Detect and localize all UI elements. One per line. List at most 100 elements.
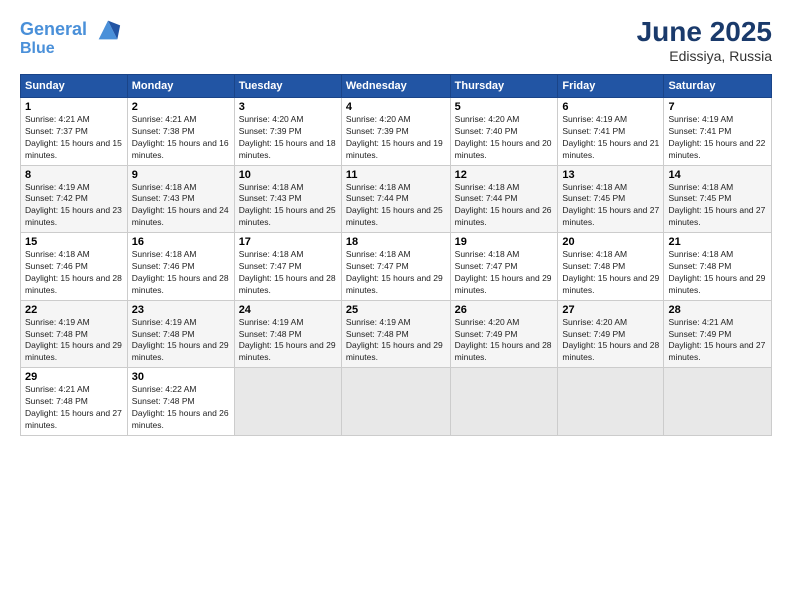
day-info: Sunrise: 4:19 AM Sunset: 7:41 PM Dayligh… xyxy=(562,114,659,162)
calendar-cell: 13 Sunrise: 4:18 AM Sunset: 7:45 PM Dayl… xyxy=(558,165,664,233)
logo: General Blue xyxy=(20,16,122,58)
calendar-cell: 27 Sunrise: 4:20 AM Sunset: 7:49 PM Dayl… xyxy=(558,300,664,368)
day-info: Sunrise: 4:20 AM Sunset: 7:40 PM Dayligh… xyxy=(455,114,554,162)
calendar-cell xyxy=(558,368,664,436)
header-friday: Friday xyxy=(558,75,664,98)
day-info: Sunrise: 4:21 AM Sunset: 7:38 PM Dayligh… xyxy=(132,114,230,162)
day-number: 7 xyxy=(668,101,767,113)
day-info: Sunrise: 4:19 AM Sunset: 7:48 PM Dayligh… xyxy=(25,317,123,365)
day-number: 21 xyxy=(668,236,767,248)
day-number: 20 xyxy=(562,236,659,248)
day-info: Sunrise: 4:18 AM Sunset: 7:48 PM Dayligh… xyxy=(562,249,659,297)
day-info: Sunrise: 4:18 AM Sunset: 7:47 PM Dayligh… xyxy=(346,249,446,297)
calendar-table: Sunday Monday Tuesday Wednesday Thursday… xyxy=(20,74,772,436)
calendar-cell: 21 Sunrise: 4:18 AM Sunset: 7:48 PM Dayl… xyxy=(664,233,772,301)
calendar-header-row: Sunday Monday Tuesday Wednesday Thursday… xyxy=(21,75,772,98)
day-number: 3 xyxy=(239,101,337,113)
day-info: Sunrise: 4:18 AM Sunset: 7:43 PM Dayligh… xyxy=(239,182,337,230)
header: General Blue June 2025 Edissiya, Russia xyxy=(20,16,772,64)
day-number: 15 xyxy=(25,236,123,248)
calendar-cell: 11 Sunrise: 4:18 AM Sunset: 7:44 PM Dayl… xyxy=(341,165,450,233)
calendar-cell: 23 Sunrise: 4:19 AM Sunset: 7:48 PM Dayl… xyxy=(127,300,234,368)
day-number: 18 xyxy=(346,236,446,248)
day-info: Sunrise: 4:21 AM Sunset: 7:37 PM Dayligh… xyxy=(25,114,123,162)
calendar-cell: 24 Sunrise: 4:19 AM Sunset: 7:48 PM Dayl… xyxy=(234,300,341,368)
logo-icon xyxy=(94,16,122,44)
calendar-cell: 3 Sunrise: 4:20 AM Sunset: 7:39 PM Dayli… xyxy=(234,98,341,166)
calendar-week-row: 1 Sunrise: 4:21 AM Sunset: 7:37 PM Dayli… xyxy=(21,98,772,166)
day-info: Sunrise: 4:18 AM Sunset: 7:43 PM Dayligh… xyxy=(132,182,230,230)
day-number: 22 xyxy=(25,304,123,316)
calendar-cell xyxy=(664,368,772,436)
header-sunday: Sunday xyxy=(21,75,128,98)
day-info: Sunrise: 4:21 AM Sunset: 7:49 PM Dayligh… xyxy=(668,317,767,365)
day-info: Sunrise: 4:18 AM Sunset: 7:47 PM Dayligh… xyxy=(455,249,554,297)
day-info: Sunrise: 4:18 AM Sunset: 7:45 PM Dayligh… xyxy=(668,182,767,230)
calendar-cell xyxy=(450,368,558,436)
calendar-cell: 30 Sunrise: 4:22 AM Sunset: 7:48 PM Dayl… xyxy=(127,368,234,436)
day-info: Sunrise: 4:22 AM Sunset: 7:48 PM Dayligh… xyxy=(132,384,230,432)
calendar-cell: 22 Sunrise: 4:19 AM Sunset: 7:48 PM Dayl… xyxy=(21,300,128,368)
day-info: Sunrise: 4:18 AM Sunset: 7:44 PM Dayligh… xyxy=(346,182,446,230)
day-info: Sunrise: 4:19 AM Sunset: 7:48 PM Dayligh… xyxy=(239,317,337,365)
day-number: 27 xyxy=(562,304,659,316)
calendar-cell: 14 Sunrise: 4:18 AM Sunset: 7:45 PM Dayl… xyxy=(664,165,772,233)
day-number: 1 xyxy=(25,101,123,113)
calendar-cell: 19 Sunrise: 4:18 AM Sunset: 7:47 PM Dayl… xyxy=(450,233,558,301)
day-info: Sunrise: 4:19 AM Sunset: 7:41 PM Dayligh… xyxy=(668,114,767,162)
day-number: 17 xyxy=(239,236,337,248)
day-info: Sunrise: 4:18 AM Sunset: 7:48 PM Dayligh… xyxy=(668,249,767,297)
day-number: 30 xyxy=(132,371,230,383)
day-number: 4 xyxy=(346,101,446,113)
calendar-cell: 20 Sunrise: 4:18 AM Sunset: 7:48 PM Dayl… xyxy=(558,233,664,301)
day-number: 9 xyxy=(132,169,230,181)
calendar-cell: 28 Sunrise: 4:21 AM Sunset: 7:49 PM Dayl… xyxy=(664,300,772,368)
header-saturday: Saturday xyxy=(664,75,772,98)
day-number: 8 xyxy=(25,169,123,181)
day-number: 19 xyxy=(455,236,554,248)
title-block: June 2025 Edissiya, Russia xyxy=(637,16,772,64)
day-info: Sunrise: 4:20 AM Sunset: 7:39 PM Dayligh… xyxy=(239,114,337,162)
day-number: 25 xyxy=(346,304,446,316)
calendar-cell: 29 Sunrise: 4:21 AM Sunset: 7:48 PM Dayl… xyxy=(21,368,128,436)
day-number: 28 xyxy=(668,304,767,316)
calendar-week-row: 8 Sunrise: 4:19 AM Sunset: 7:42 PM Dayli… xyxy=(21,165,772,233)
calendar-week-row: 15 Sunrise: 4:18 AM Sunset: 7:46 PM Dayl… xyxy=(21,233,772,301)
calendar-cell: 17 Sunrise: 4:18 AM Sunset: 7:47 PM Dayl… xyxy=(234,233,341,301)
day-info: Sunrise: 4:18 AM Sunset: 7:47 PM Dayligh… xyxy=(239,249,337,297)
header-tuesday: Tuesday xyxy=(234,75,341,98)
day-number: 5 xyxy=(455,101,554,113)
calendar-cell: 12 Sunrise: 4:18 AM Sunset: 7:44 PM Dayl… xyxy=(450,165,558,233)
header-monday: Monday xyxy=(127,75,234,98)
calendar-cell: 10 Sunrise: 4:18 AM Sunset: 7:43 PM Dayl… xyxy=(234,165,341,233)
day-number: 14 xyxy=(668,169,767,181)
calendar-cell: 16 Sunrise: 4:18 AM Sunset: 7:46 PM Dayl… xyxy=(127,233,234,301)
day-info: Sunrise: 4:18 AM Sunset: 7:46 PM Dayligh… xyxy=(132,249,230,297)
calendar-cell xyxy=(341,368,450,436)
day-number: 29 xyxy=(25,371,123,383)
day-info: Sunrise: 4:20 AM Sunset: 7:49 PM Dayligh… xyxy=(562,317,659,365)
month-title: June 2025 xyxy=(637,16,772,48)
day-number: 23 xyxy=(132,304,230,316)
location: Edissiya, Russia xyxy=(637,48,772,64)
calendar-cell: 8 Sunrise: 4:19 AM Sunset: 7:42 PM Dayli… xyxy=(21,165,128,233)
day-info: Sunrise: 4:20 AM Sunset: 7:39 PM Dayligh… xyxy=(346,114,446,162)
day-info: Sunrise: 4:18 AM Sunset: 7:45 PM Dayligh… xyxy=(562,182,659,230)
calendar-cell: 1 Sunrise: 4:21 AM Sunset: 7:37 PM Dayli… xyxy=(21,98,128,166)
calendar-cell: 26 Sunrise: 4:20 AM Sunset: 7:49 PM Dayl… xyxy=(450,300,558,368)
calendar-cell: 9 Sunrise: 4:18 AM Sunset: 7:43 PM Dayli… xyxy=(127,165,234,233)
calendar-cell: 6 Sunrise: 4:19 AM Sunset: 7:41 PM Dayli… xyxy=(558,98,664,166)
day-info: Sunrise: 4:18 AM Sunset: 7:46 PM Dayligh… xyxy=(25,249,123,297)
day-number: 2 xyxy=(132,101,230,113)
calendar-week-row: 29 Sunrise: 4:21 AM Sunset: 7:48 PM Dayl… xyxy=(21,368,772,436)
day-number: 16 xyxy=(132,236,230,248)
calendar-week-row: 22 Sunrise: 4:19 AM Sunset: 7:48 PM Dayl… xyxy=(21,300,772,368)
day-info: Sunrise: 4:19 AM Sunset: 7:48 PM Dayligh… xyxy=(132,317,230,365)
page: General Blue June 2025 Edissiya, Russia … xyxy=(0,0,792,612)
calendar-cell: 18 Sunrise: 4:18 AM Sunset: 7:47 PM Dayl… xyxy=(341,233,450,301)
day-number: 12 xyxy=(455,169,554,181)
header-wednesday: Wednesday xyxy=(341,75,450,98)
day-info: Sunrise: 4:19 AM Sunset: 7:42 PM Dayligh… xyxy=(25,182,123,230)
calendar-cell: 7 Sunrise: 4:19 AM Sunset: 7:41 PM Dayli… xyxy=(664,98,772,166)
calendar-cell: 2 Sunrise: 4:21 AM Sunset: 7:38 PM Dayli… xyxy=(127,98,234,166)
